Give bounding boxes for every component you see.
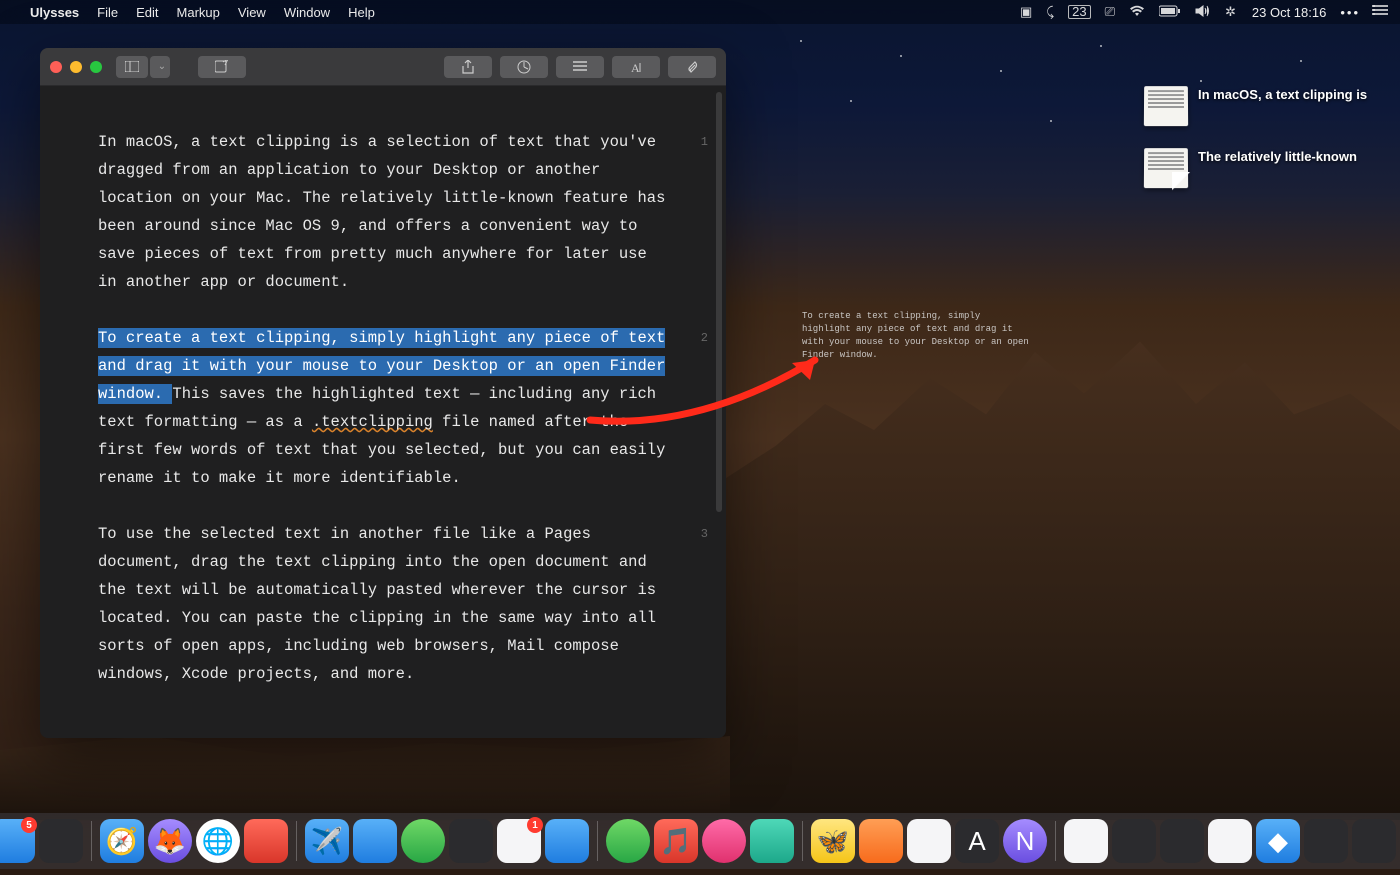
- notification-center-icon[interactable]: [1372, 5, 1388, 20]
- ulysses-window: ⌄ A In macOS, a text clipping is a selec…: [40, 48, 726, 738]
- volume-icon[interactable]: [1195, 5, 1211, 20]
- paragraph-number: 1: [701, 128, 708, 156]
- menu-markup[interactable]: Markup: [177, 5, 220, 20]
- menu-file[interactable]: File: [97, 5, 118, 20]
- dock-app-4[interactable]: [1208, 819, 1252, 863]
- dock-app-chrome[interactable]: 🌐: [196, 819, 240, 863]
- menu-view[interactable]: View: [238, 5, 266, 20]
- dock-separator: [802, 821, 803, 861]
- cursor-icon[interactable]: ⤹: [1046, 4, 1054, 20]
- attachment-button[interactable]: [668, 56, 716, 78]
- dock-app-whatsapp[interactable]: [401, 819, 445, 863]
- desktop-wallpaper-rocks: [720, 300, 1400, 820]
- dock-separator: [91, 821, 92, 861]
- dock-app-telegram[interactable]: ✈️: [305, 819, 349, 863]
- dock: 5 🧭 🦊 🌐 ✈️ 1 🎵 🦋 A N ◆ 🗑️: [0, 813, 1400, 869]
- dock-app-launchpad[interactable]: [39, 819, 83, 863]
- share-button[interactable]: [444, 56, 492, 78]
- display-icon[interactable]: ▣: [1020, 4, 1032, 20]
- svg-text:A: A: [631, 61, 640, 73]
- typography-button[interactable]: A: [612, 56, 660, 78]
- dock-separator: [1055, 821, 1056, 861]
- dock-app-reeder[interactable]: [449, 819, 493, 863]
- dock-separator: [296, 821, 297, 861]
- dock-app-ulysses[interactable]: A: [955, 819, 999, 863]
- text-clipping-label[interactable]: In macOS, a text clipping is: [1198, 86, 1368, 103]
- paragraph-3[interactable]: To use the selected text in another file…: [98, 520, 668, 688]
- stats-button[interactable]: [500, 56, 548, 78]
- dock-app-3[interactable]: [1160, 819, 1204, 863]
- dock-app-spotify[interactable]: [606, 819, 650, 863]
- dock-separator: [597, 821, 598, 861]
- airplay-icon[interactable]: ⎚: [1105, 4, 1115, 20]
- dock-app-1[interactable]: [1064, 819, 1108, 863]
- window-titlebar[interactable]: ⌄ A: [40, 48, 726, 86]
- dock-app-mail[interactable]: 5: [0, 819, 35, 863]
- dock-app-onenote[interactable]: N: [1003, 819, 1047, 863]
- dock-app-5[interactable]: ◆: [1256, 819, 1300, 863]
- paragraph-text: To use the selected text in another file…: [98, 525, 656, 683]
- calendar-badge-icon[interactable]: 23: [1068, 5, 1090, 19]
- close-button[interactable]: [50, 61, 62, 73]
- dock-app-app[interactable]: [750, 819, 794, 863]
- extra-status-icon[interactable]: ✲: [1225, 4, 1236, 20]
- dock-app-itunes[interactable]: [702, 819, 746, 863]
- paragraph-number: 2: [701, 324, 708, 352]
- text-clipping-icon[interactable]: [1144, 86, 1188, 126]
- dock-app-2[interactable]: [1112, 819, 1156, 863]
- app-name[interactable]: Ulysses: [30, 5, 79, 20]
- dock-app-firefox[interactable]: 🦊: [148, 819, 192, 863]
- drag-ghost-text: To create a text clipping, simply highli…: [802, 310, 1032, 362]
- dock-app-safari[interactable]: 🧭: [100, 819, 144, 863]
- dock-app-messages[interactable]: [545, 819, 589, 863]
- menu-edit[interactable]: Edit: [136, 5, 158, 20]
- paragraph-text: In macOS, a text clipping is a selection…: [98, 133, 665, 291]
- badge-icon: 1: [527, 817, 543, 833]
- menu-window[interactable]: Window: [284, 5, 330, 20]
- compose-button[interactable]: [198, 56, 246, 78]
- menubar-overflow-icon[interactable]: •••: [1340, 5, 1360, 20]
- sidebar-toggle-button[interactable]: [116, 56, 148, 78]
- dock-app-bear[interactable]: [244, 819, 288, 863]
- dock-app-slack[interactable]: 1: [497, 819, 541, 863]
- dock-app-pocket[interactable]: [859, 819, 903, 863]
- dock-app-tweetbot[interactable]: [353, 819, 397, 863]
- dock-app-7[interactable]: [1352, 819, 1396, 863]
- text-clipping-label[interactable]: The relatively little-known: [1198, 148, 1368, 165]
- paragraph-1[interactable]: In macOS, a text clipping is a selection…: [98, 128, 668, 296]
- dock-app-butterfly[interactable]: 🦋: [811, 819, 855, 863]
- dock-app-6[interactable]: [1304, 819, 1348, 863]
- badge-icon: 5: [21, 817, 37, 833]
- traffic-lights: [50, 61, 102, 73]
- dock-app-things[interactable]: [907, 819, 951, 863]
- text-clipping-icon[interactable]: [1144, 148, 1188, 188]
- menubar: Ulysses File Edit Markup View Window Hel…: [0, 0, 1400, 24]
- spell-error-text: .textclipping: [312, 413, 433, 431]
- battery-icon[interactable]: [1159, 5, 1181, 20]
- editor-area[interactable]: In macOS, a text clipping is a selection…: [40, 86, 726, 738]
- menu-help[interactable]: Help: [348, 5, 375, 20]
- paragraph-2[interactable]: To create a text clipping, simply highli…: [98, 324, 668, 492]
- zoom-button[interactable]: [90, 61, 102, 73]
- minimize-button[interactable]: [70, 61, 82, 73]
- wifi-icon[interactable]: [1129, 5, 1145, 20]
- menubar-datetime[interactable]: 23 Oct 18:16: [1252, 5, 1326, 20]
- sidebar-dropdown-button[interactable]: ⌄: [150, 56, 170, 78]
- paragraph-number: 3: [701, 520, 708, 548]
- dock-app-music[interactable]: 🎵: [654, 819, 698, 863]
- scrollbar[interactable]: [716, 92, 722, 512]
- list-button[interactable]: [556, 56, 604, 78]
